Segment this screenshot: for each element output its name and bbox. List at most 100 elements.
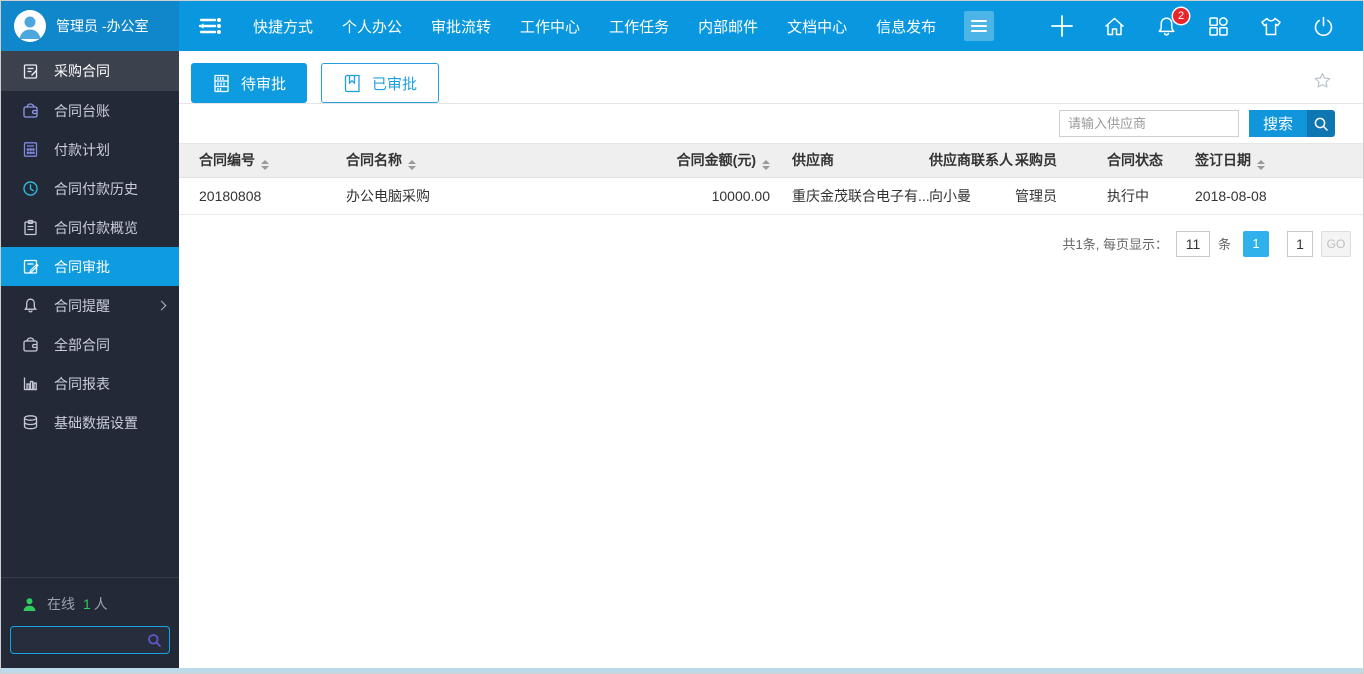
- document-edit-icon: [22, 63, 39, 80]
- sidebar-item-label: 合同付款历史: [54, 180, 138, 197]
- page-1-button[interactable]: 1: [1243, 230, 1269, 257]
- tab-approved[interactable]: 已审批: [321, 63, 440, 103]
- user-name: 管理员 -办公室: [56, 18, 149, 34]
- pagination-summary: 共1条, 每页显示：: [1062, 237, 1168, 252]
- online-label: 在线: [47, 596, 75, 612]
- notifications-button[interactable]: 2: [1155, 7, 1189, 38]
- theme-button[interactable]: [1259, 15, 1283, 38]
- search-button-label: 搜索: [1249, 110, 1307, 137]
- column-header-contract-name[interactable]: 合同名称: [326, 144, 596, 177]
- nav-item-work-tasks[interactable]: 工作任务: [609, 16, 669, 37]
- person-icon: [19, 16, 41, 39]
- search-button[interactable]: 搜索: [1249, 110, 1335, 137]
- tab-label: 已审批: [372, 75, 418, 93]
- sidebar-item-payment-overview[interactable]: 合同付款概览: [1, 208, 179, 247]
- power-icon: [1314, 16, 1333, 36]
- column-header-amount[interactable]: 合同金额(元): [596, 144, 772, 177]
- column-header-sign-date[interactable]: 签订日期: [1175, 144, 1363, 177]
- search-icon: [1307, 110, 1335, 137]
- nav-item-shortcuts[interactable]: 快捷方式: [253, 16, 313, 37]
- sidebar-item-all-contracts[interactable]: 全部合同: [1, 325, 179, 364]
- nav-item-internal-mail[interactable]: 内部邮件: [698, 16, 758, 37]
- sidebar-item-contract-approval[interactable]: 合同审批: [1, 247, 179, 286]
- bookshelf-icon: [214, 74, 229, 92]
- tab-bar: 待审批 已审批: [179, 51, 1363, 104]
- topbar-icons: 2: [1050, 7, 1363, 38]
- wallet-icon: [22, 336, 39, 353]
- nav-item-document-center[interactable]: 文档中心: [787, 16, 847, 37]
- online-unit: 人: [93, 596, 108, 612]
- add-button[interactable]: [1050, 14, 1074, 38]
- cell-contract-no: 20180808: [179, 177, 326, 215]
- table-header-row: 合同编号 合同名称 合同金额(元) 供应商 供应商联系人 采购员 合同状态 签订…: [179, 144, 1363, 177]
- sidebar-item-payment-history[interactable]: 合同付款历史: [1, 169, 179, 208]
- supplier-search-input[interactable]: [1059, 110, 1239, 137]
- sort-icon[interactable]: [762, 160, 770, 171]
- sidebar-item-contract-reminder[interactable]: 合同提醒: [1, 286, 179, 325]
- sort-icon[interactable]: [408, 160, 416, 171]
- column-header-supplier-contact: 供应商联系人: [909, 144, 1013, 177]
- tshirt-icon: [1261, 17, 1281, 35]
- plus-icon: [1051, 15, 1073, 37]
- topbar: 管理员 -办公室 快捷方式 个人办公 审批流转 工作中心 工作任务 内部邮件 文…: [1, 1, 1363, 51]
- cell-purchaser: 管理员: [995, 177, 1087, 215]
- nav-item-approval-flow[interactable]: 审批流转: [431, 16, 491, 37]
- sidebar-item-label: 合同报表: [54, 375, 110, 392]
- clipboard-icon: [22, 219, 39, 236]
- goto-page-input[interactable]: [1287, 230, 1313, 257]
- cell-status: 执行中: [1087, 177, 1175, 215]
- online-person-icon: [22, 597, 37, 612]
- book-bookmark-icon: [344, 74, 360, 92]
- sidebar-item-base-data-settings[interactable]: 基础数据设置: [1, 403, 179, 442]
- favorite-star-icon[interactable]: [1314, 72, 1331, 89]
- page-size-input[interactable]: [1175, 230, 1210, 257]
- column-header-status: 合同状态: [1087, 144, 1175, 177]
- sidebar-item-purchase-contract[interactable]: 采购合同: [1, 51, 179, 91]
- sidebar: 采购合同 合同台账 付款计划 合同付款历史 合同付款概览 合同审批 合同提醒 全…: [1, 51, 179, 668]
- column-header-supplier: 供应商: [772, 144, 909, 177]
- table-row[interactable]: 20180808 办公电脑采购 10000.00 重庆金茂联合电子有... 向小…: [179, 177, 1363, 215]
- filter-bar: 搜索: [179, 104, 1363, 144]
- sidebar-item-label: 采购合同: [54, 63, 110, 79]
- sidebar-item-contract-reports[interactable]: 合同报表: [1, 364, 179, 403]
- home-button[interactable]: [1103, 15, 1126, 38]
- sort-icon[interactable]: [1257, 160, 1265, 171]
- cell-amount: 10000.00: [596, 177, 772, 215]
- nav-item-info-publish[interactable]: 信息发布: [876, 16, 936, 37]
- sidebar-item-label: 合同台账: [54, 102, 110, 119]
- sidebar-item-payment-plan[interactable]: 付款计划: [1, 130, 179, 169]
- sidebar-item-label: 合同付款概览: [54, 219, 138, 236]
- nav-item-personal-office[interactable]: 个人办公: [342, 16, 402, 37]
- user-block[interactable]: 管理员 -办公室: [1, 1, 179, 51]
- tab-pending-approval[interactable]: 待审批: [191, 63, 308, 103]
- sidebar-item-label: 付款计划: [54, 141, 110, 158]
- wallet-icon: [22, 102, 39, 119]
- logout-button[interactable]: [1312, 15, 1335, 38]
- cell-contract-name: 办公电脑采购: [326, 177, 596, 215]
- app-grid-icon: [1209, 16, 1228, 36]
- online-status: 在线 1 人: [10, 590, 170, 626]
- apps-button[interactable]: [1207, 15, 1230, 38]
- database-icon: [22, 414, 39, 431]
- contracts-table: 合同编号 合同名称 合同金额(元) 供应商 供应商联系人 采购员 合同状态 签订…: [179, 144, 1363, 215]
- nav-item-work-center[interactable]: 工作中心: [520, 16, 580, 37]
- bell-icon: [22, 297, 39, 314]
- chevron-right-icon: [156, 300, 167, 311]
- sidebar-item-label: 合同审批: [54, 258, 110, 275]
- column-header-contract-no[interactable]: 合同编号: [179, 144, 326, 177]
- go-button[interactable]: GO: [1321, 230, 1351, 257]
- sort-icon[interactable]: [261, 160, 269, 171]
- main-content: 待审批 已审批 搜索 合同编号 合同名称 合同金额(元): [179, 51, 1363, 668]
- collapse-menu-button[interactable]: [197, 16, 223, 36]
- more-menu-button[interactable]: [964, 11, 995, 41]
- sidebar-item-label: 合同提醒: [54, 297, 110, 314]
- bar-chart-icon: [22, 375, 39, 392]
- sidebar-item-contract-ledger[interactable]: 合同台账: [1, 91, 179, 130]
- pagination: 共1条, 每页显示： 条 1 GO: [179, 215, 1363, 257]
- notification-badge: 2: [1173, 7, 1189, 24]
- sidebar-search-input[interactable]: [18, 632, 147, 648]
- pagination-unit: 条: [1217, 237, 1231, 252]
- sidebar-search-box: [10, 626, 170, 654]
- horizontal-scrollbar[interactable]: [1, 668, 1363, 673]
- search-icon[interactable]: [147, 633, 162, 648]
